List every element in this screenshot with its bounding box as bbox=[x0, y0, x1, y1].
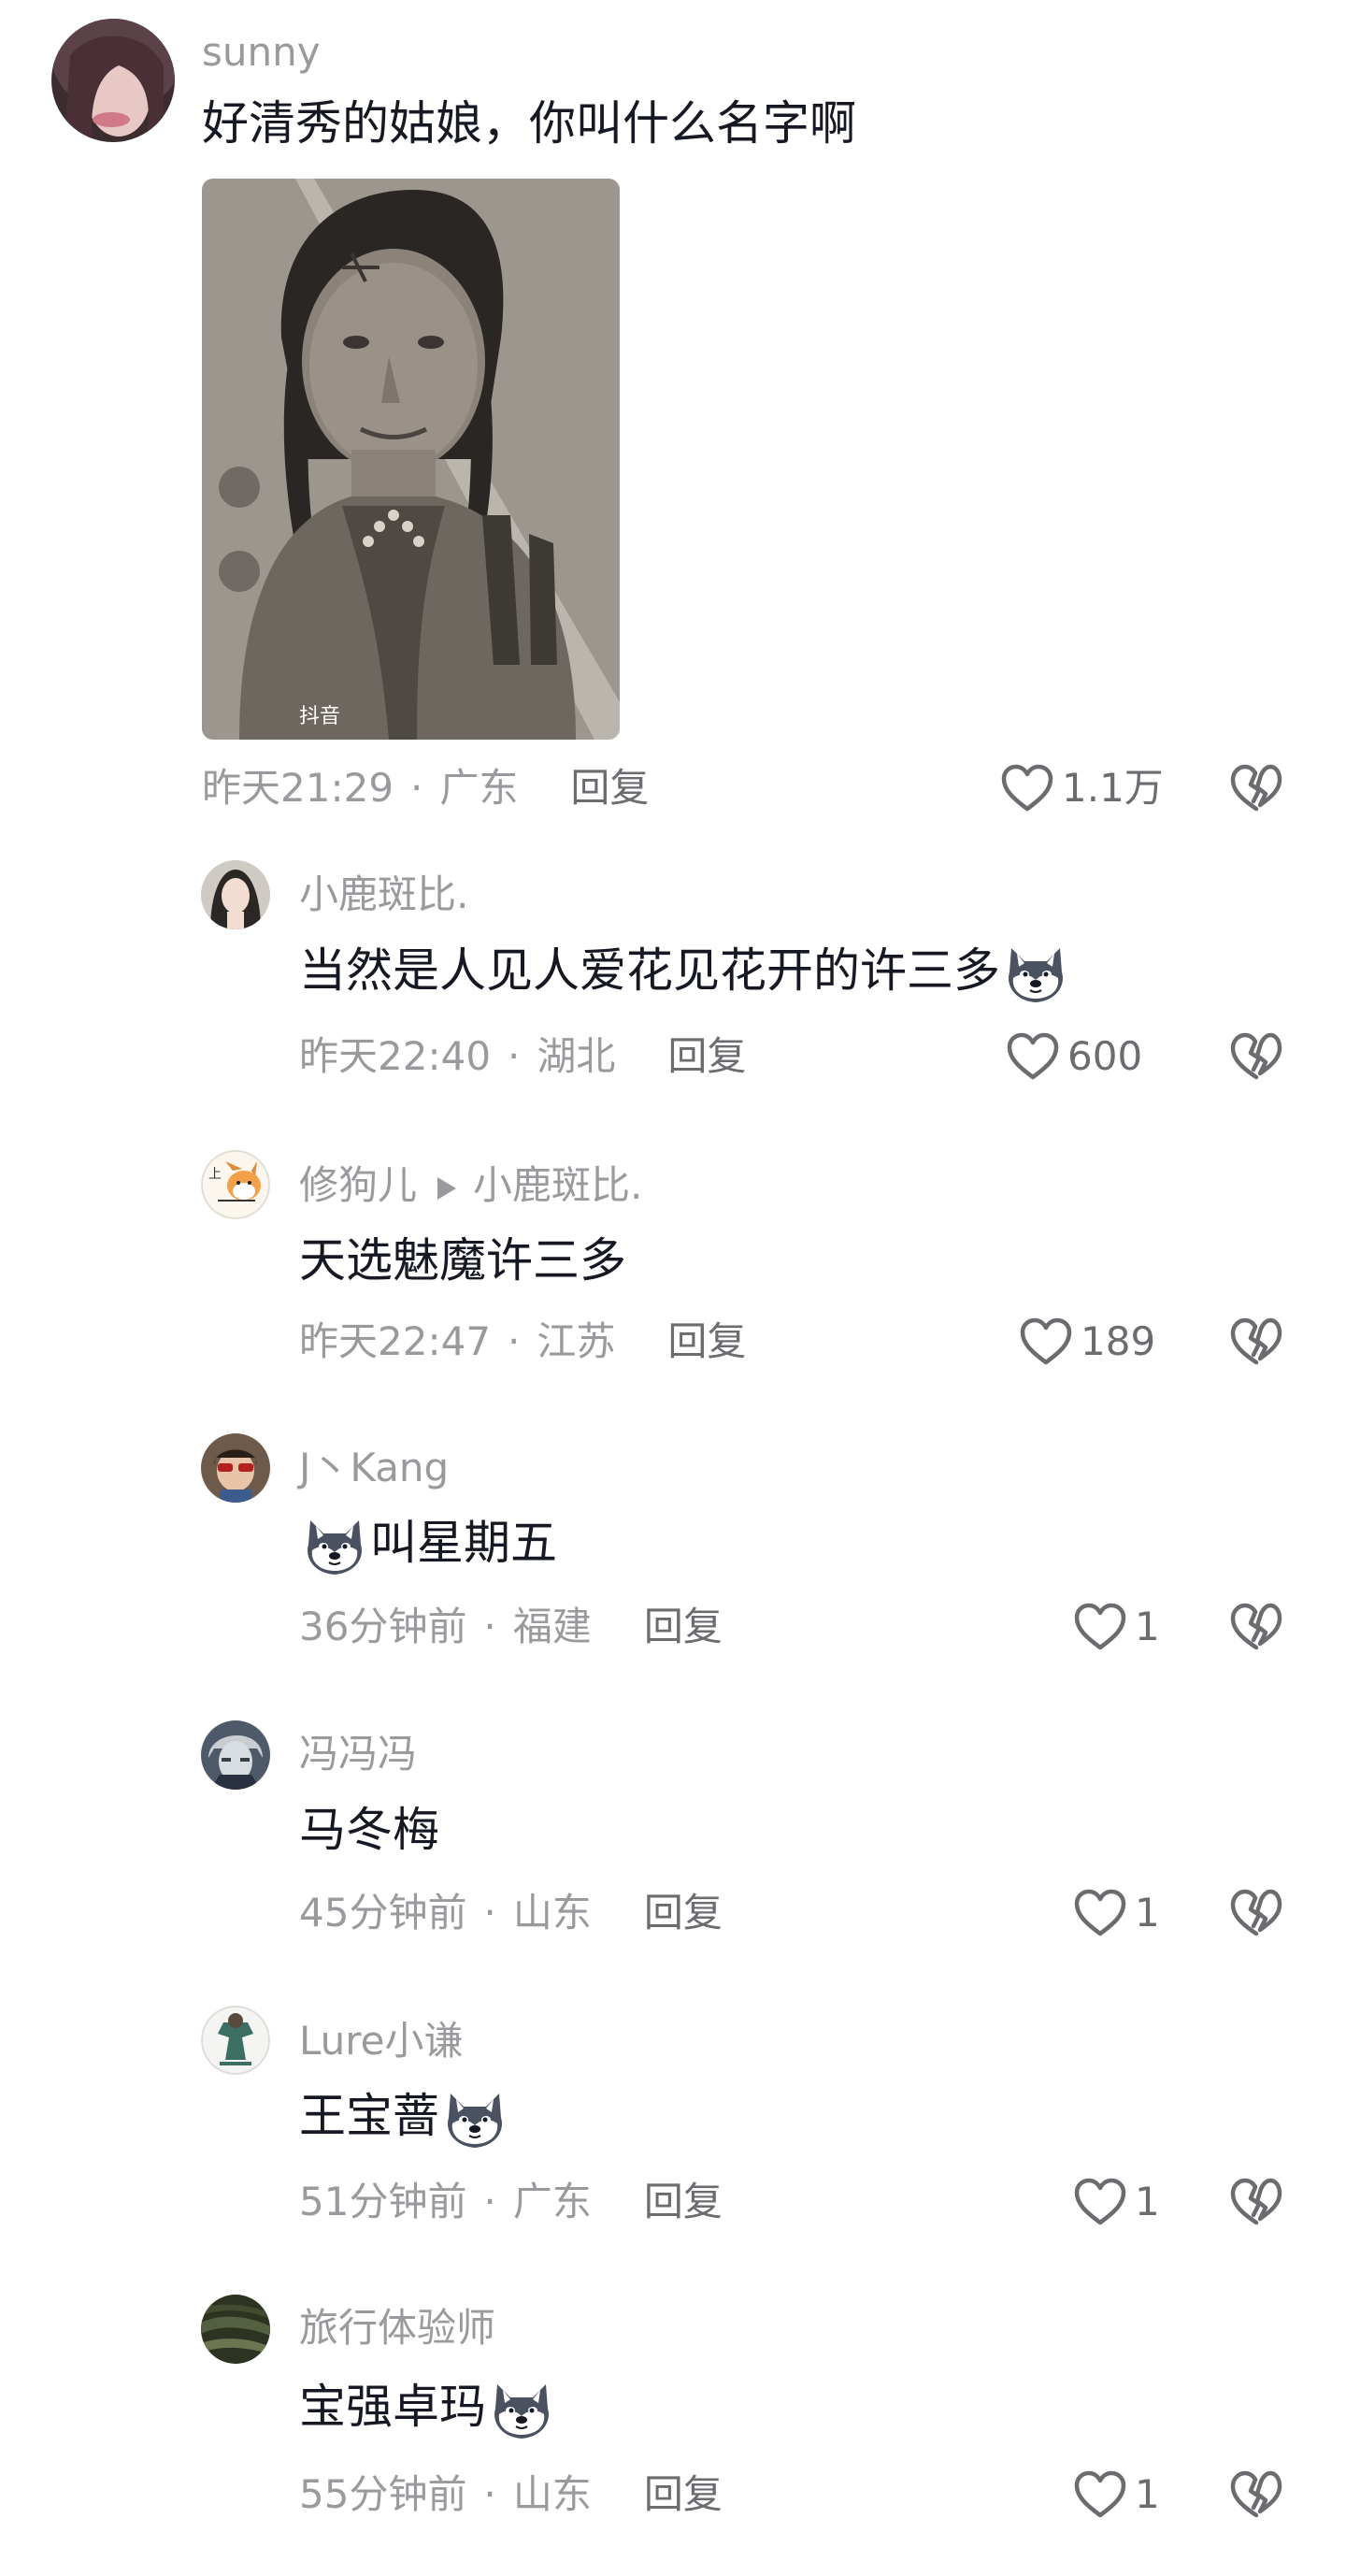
wolf-emoji-icon bbox=[301, 1513, 368, 1580]
avatar[interactable] bbox=[51, 19, 175, 142]
reply-button[interactable]: 回复 bbox=[644, 1604, 723, 1649]
comment-photo[interactable]: 抖音 bbox=[202, 179, 620, 740]
broken-heart-icon[interactable] bbox=[1228, 2176, 1284, 2228]
reply-button[interactable]: 回复 bbox=[667, 1318, 746, 1364]
meta-separator: · bbox=[410, 765, 423, 811]
comment-text-content: 叫星期五 bbox=[370, 1516, 557, 1570]
comment-username[interactable]: 小鹿斑比. bbox=[299, 869, 468, 921]
like-count: 600 bbox=[1067, 1033, 1143, 1079]
like-count: 1 bbox=[1135, 2471, 1160, 2517]
like-button[interactable]: 189 bbox=[1019, 1316, 1155, 1368]
comment-meta: 45分钟前 · 山东 回复 bbox=[299, 1887, 723, 1939]
wolf-emoji-icon bbox=[441, 2086, 508, 2153]
comment-time: 36分钟前 bbox=[299, 1604, 467, 1649]
wolf-emoji-icon bbox=[1002, 941, 1069, 1008]
comment-page: sunny 好清秀的姑娘，你叫什么名字啊 抖音 昨天21:29 · 广东 回复 … bbox=[0, 0, 1346, 2576]
like-count: 189 bbox=[1081, 1318, 1156, 1364]
broken-heart-icon[interactable] bbox=[1228, 762, 1284, 814]
meta-separator: · bbox=[483, 1604, 496, 1649]
comment-location: 广东 bbox=[439, 765, 519, 811]
reply-target[interactable]: 小鹿斑比. bbox=[473, 1162, 642, 1208]
broken-heart-icon[interactable] bbox=[1228, 1316, 1284, 1368]
comment-time: 45分钟前 bbox=[299, 1890, 467, 1936]
comment-text-content: 王宝蔷 bbox=[299, 2089, 439, 2143]
heart-outline-icon bbox=[1006, 1031, 1060, 1082]
reply-author[interactable]: 修狗儿 bbox=[299, 1162, 417, 1208]
comment-username[interactable]: 冯冯冯 bbox=[299, 1728, 417, 1780]
svg-text:上: 上 bbox=[208, 1167, 222, 1182]
meta-separator: · bbox=[483, 2179, 496, 2224]
comment-username[interactable]: 旅行体验师 bbox=[299, 2302, 495, 2354]
avatar[interactable] bbox=[201, 2006, 270, 2075]
comment-text: 好清秀的姑娘，你叫什么名字啊 bbox=[202, 96, 856, 151]
broken-heart-icon[interactable] bbox=[1228, 2468, 1284, 2521]
comment-meta: 昨天22:47 · 江苏 回复 bbox=[299, 1316, 746, 1368]
comment-text: 宝强卓玛 bbox=[299, 2375, 557, 2444]
like-count: 1 bbox=[1135, 1890, 1160, 1936]
meta-separator: · bbox=[483, 1890, 496, 1936]
comment-text-content: 当然是人见人爱花见花开的许三多 bbox=[299, 943, 1000, 998]
comment-meta: 51分钟前 · 广东 回复 bbox=[299, 2176, 723, 2228]
comment-time: 昨天21:29 bbox=[202, 765, 394, 811]
heart-outline-icon bbox=[1073, 2469, 1127, 2520]
comment-location: 福建 bbox=[512, 1604, 592, 1649]
comment-text: 马冬梅 bbox=[299, 1803, 439, 1857]
wolf-emoji-icon bbox=[488, 2377, 555, 2444]
avatar[interactable] bbox=[201, 1433, 270, 1503]
meta-separator: · bbox=[508, 1033, 521, 1079]
comment-text: 天选魅魔许三多 bbox=[299, 1233, 626, 1288]
like-button[interactable]: 1.1万 bbox=[1000, 762, 1164, 814]
like-count: 1 bbox=[1135, 2179, 1160, 2224]
avatar[interactable] bbox=[201, 860, 270, 929]
photo-watermark: 抖音 bbox=[299, 705, 340, 728]
meta-separator: · bbox=[483, 2471, 496, 2517]
comment-location: 山东 bbox=[512, 1890, 592, 1936]
like-button[interactable]: 1 bbox=[1073, 2468, 1160, 2521]
broken-heart-icon[interactable] bbox=[1228, 1601, 1284, 1653]
heart-outline-icon bbox=[1073, 1888, 1127, 1938]
like-count: 1.1万 bbox=[1062, 765, 1164, 811]
comment-username[interactable]: sunny bbox=[202, 26, 321, 79]
like-button[interactable]: 1 bbox=[1073, 1887, 1160, 1939]
reply-button[interactable]: 回复 bbox=[667, 1033, 746, 1079]
reply-button[interactable]: 回复 bbox=[570, 765, 649, 811]
avatar[interactable] bbox=[201, 2295, 270, 2364]
heart-outline-icon bbox=[1073, 1602, 1127, 1652]
comment-username[interactable]: J丶Kang bbox=[299, 1442, 449, 1494]
comment-text-content: 宝强卓玛 bbox=[299, 2380, 486, 2434]
avatar[interactable] bbox=[201, 1720, 270, 1790]
comment-meta: 昨天21:29 · 广东 回复 bbox=[202, 762, 649, 814]
meta-separator: · bbox=[508, 1318, 521, 1364]
like-count: 1 bbox=[1135, 1604, 1160, 1649]
comment-meta: 36分钟前 · 福建 回复 bbox=[299, 1601, 723, 1653]
comment-text: 王宝蔷 bbox=[299, 2084, 510, 2153]
like-button[interactable]: 1 bbox=[1073, 1601, 1160, 1653]
comment-location: 江苏 bbox=[537, 1318, 616, 1364]
heart-outline-icon bbox=[1000, 763, 1054, 813]
comment-meta: 昨天22:40 · 湖北 回复 bbox=[299, 1030, 746, 1083]
heart-outline-icon bbox=[1073, 2177, 1127, 2227]
comment-time: 55分钟前 bbox=[299, 2471, 467, 2517]
avatar[interactable]: 上 bbox=[201, 1150, 270, 1219]
reply-button[interactable]: 回复 bbox=[644, 2179, 723, 2224]
broken-heart-icon[interactable] bbox=[1228, 1030, 1284, 1083]
comment-location: 山东 bbox=[512, 2471, 592, 2517]
like-button[interactable]: 600 bbox=[1006, 1030, 1142, 1083]
comment-text: 当然是人见人爱花见花开的许三多 bbox=[299, 939, 1071, 1008]
heart-outline-icon bbox=[1019, 1317, 1073, 1367]
broken-heart-icon[interactable] bbox=[1228, 1887, 1284, 1939]
reply-button[interactable]: 回复 bbox=[644, 2471, 723, 2517]
reply-to-arrow-icon bbox=[437, 1176, 457, 1200]
comment-time: 昨天22:40 bbox=[299, 1033, 492, 1079]
comment-meta: 55分钟前 · 山东 回复 bbox=[299, 2468, 723, 2521]
comment-location: 湖北 bbox=[537, 1033, 616, 1079]
comment-username[interactable]: Lure小谦 bbox=[299, 2015, 463, 2067]
reply-button[interactable]: 回复 bbox=[644, 1890, 723, 1936]
comment-location: 广东 bbox=[512, 2179, 592, 2224]
comment-time: 51分钟前 bbox=[299, 2179, 467, 2224]
comment-text: 叫星期五 bbox=[299, 1511, 557, 1580]
comment-time: 昨天22:47 bbox=[299, 1318, 492, 1364]
comment-username: 修狗儿 小鹿斑比. bbox=[299, 1159, 642, 1212]
like-button[interactable]: 1 bbox=[1073, 2176, 1160, 2228]
